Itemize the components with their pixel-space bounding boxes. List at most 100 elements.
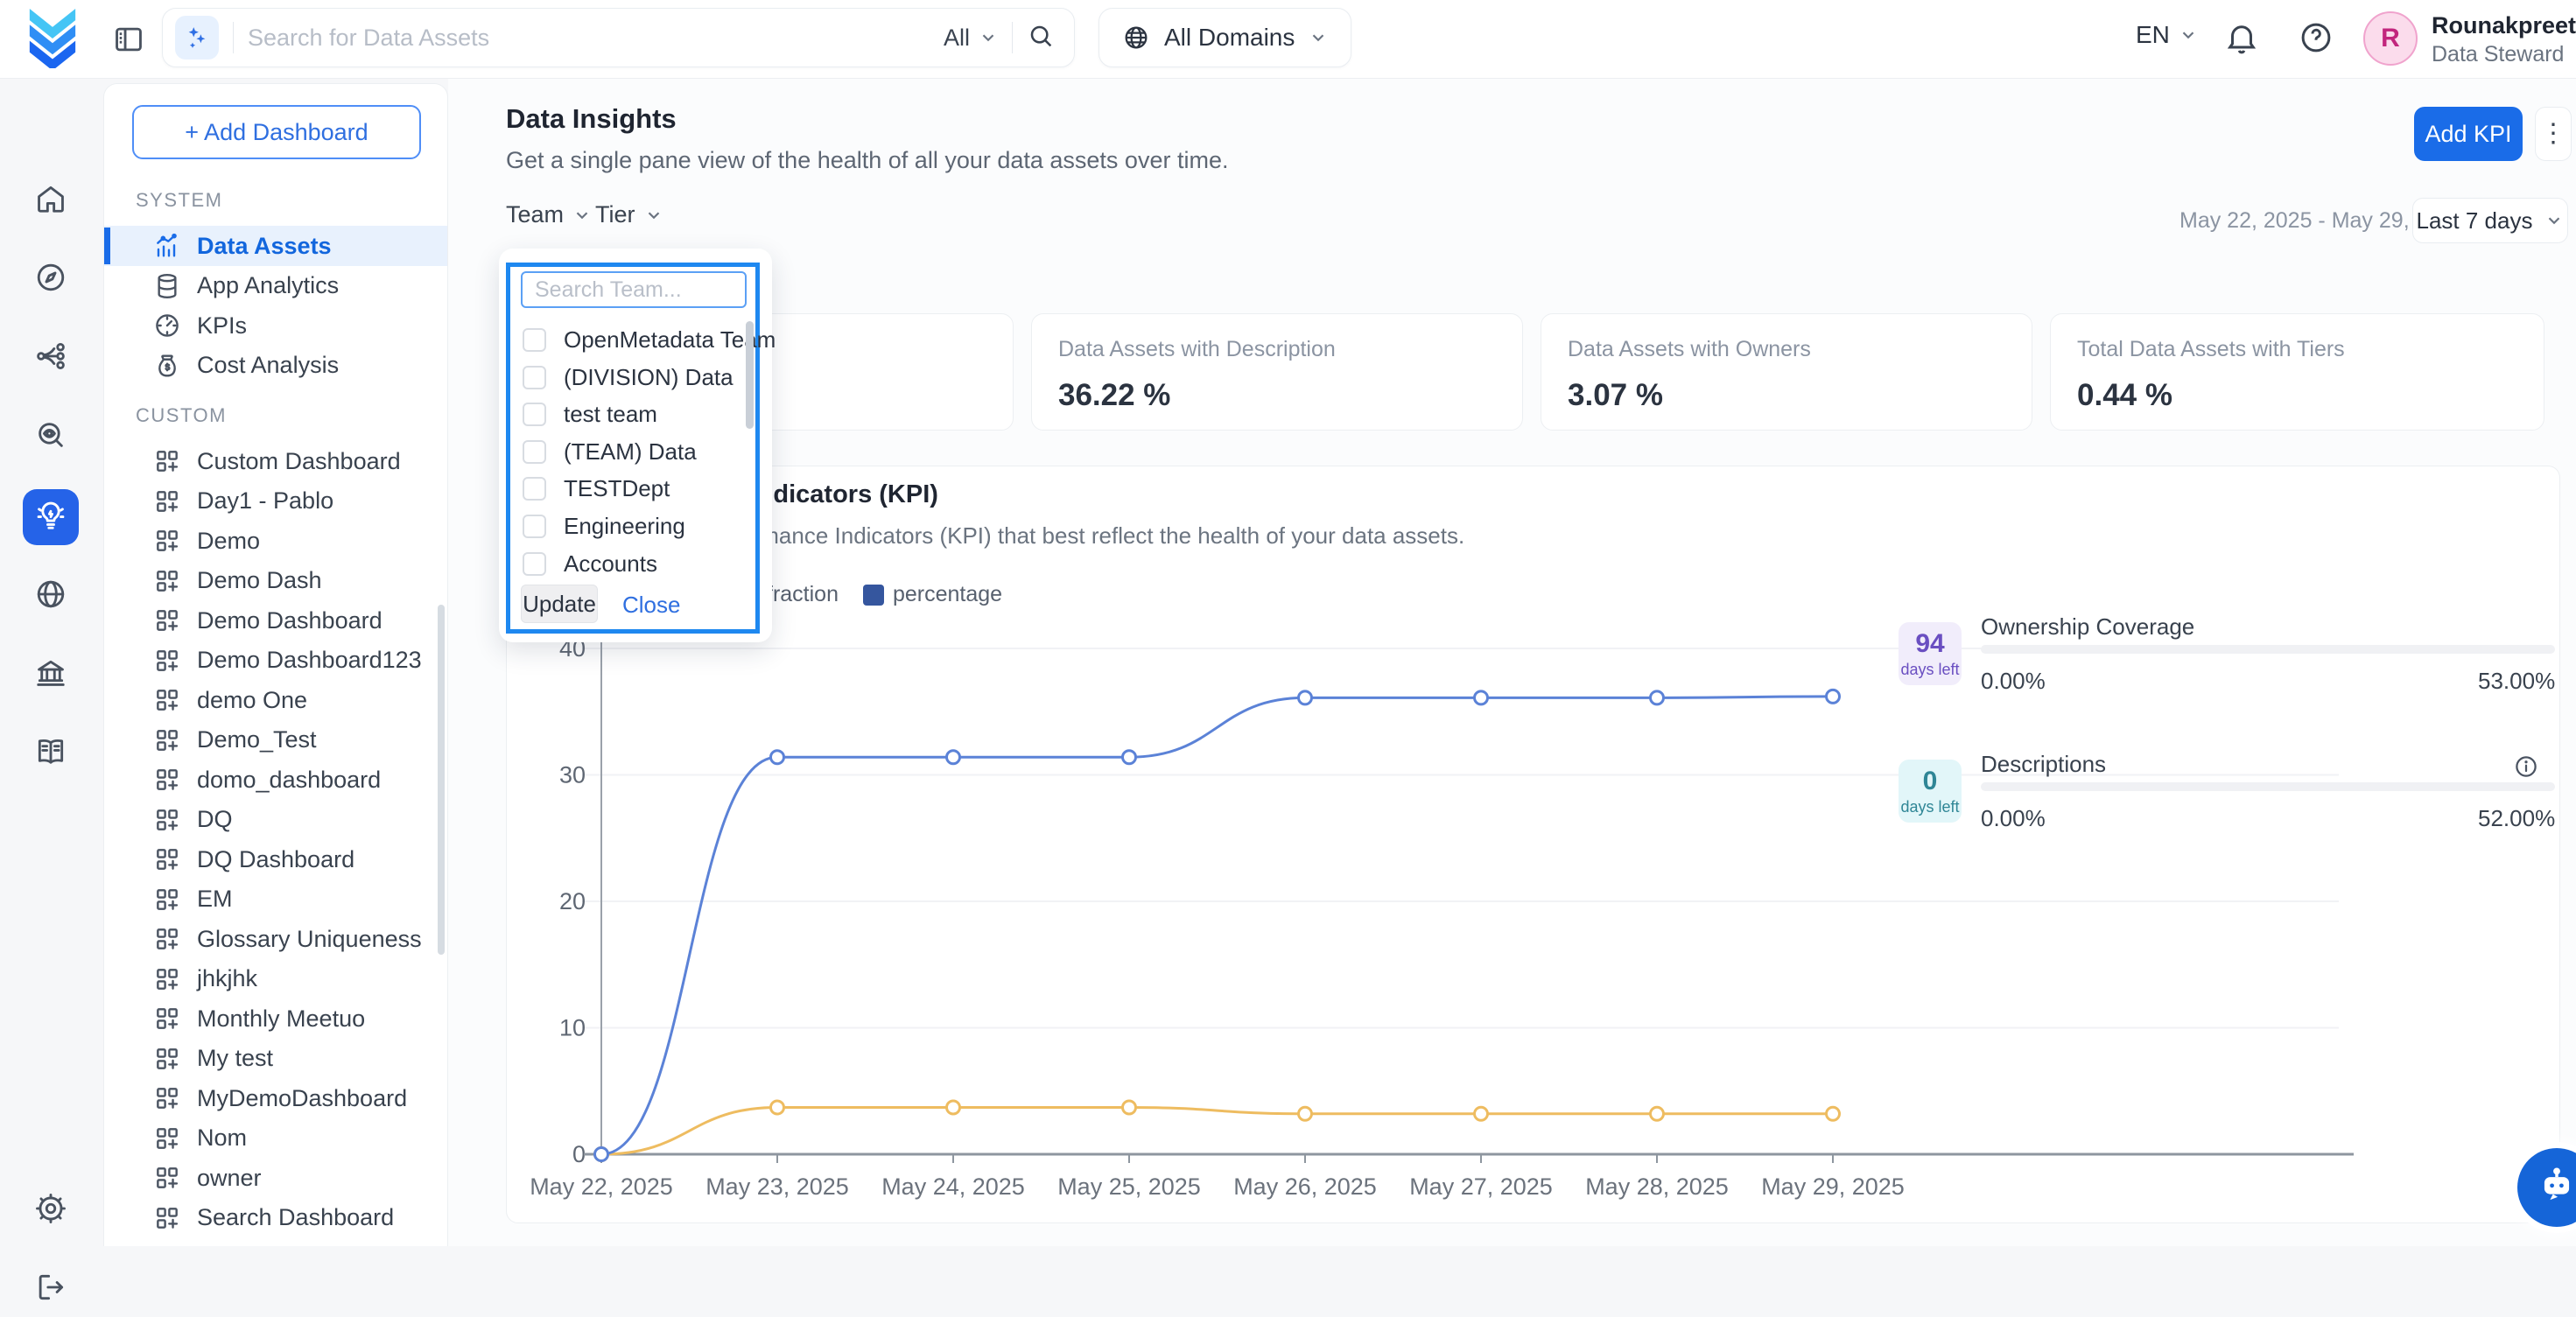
sidebar-item-owner[interactable]: owner xyxy=(104,1158,448,1198)
sidebar-item-my-test[interactable]: My test xyxy=(104,1039,448,1079)
checkbox[interactable] xyxy=(523,366,546,389)
days-left-badge: 0days left xyxy=(1899,760,1962,823)
update-button[interactable]: Update xyxy=(521,585,598,623)
svg-text:30: 30 xyxy=(559,762,586,788)
sidebar-item-app-analytics[interactable]: App Analytics xyxy=(104,266,448,306)
add-kpi-button[interactable]: Add KPI xyxy=(2414,107,2523,161)
sidebar-item-label: My test xyxy=(197,1045,273,1072)
sidebar-scrollbar[interactable] xyxy=(438,605,445,955)
team-option-openmetadata-team[interactable]: OpenMetadata Team xyxy=(510,321,745,359)
gridplus-icon xyxy=(153,1204,181,1232)
rail-item-explore[interactable] xyxy=(23,251,79,307)
sidebar-item-kpis[interactable]: KPIs xyxy=(104,305,448,346)
svg-text:May 22, 2025: May 22, 2025 xyxy=(530,1173,673,1200)
gridplus-icon xyxy=(153,806,181,834)
insights-icon xyxy=(34,499,67,536)
sidebar-item-search-dashboard[interactable]: Search Dashboard xyxy=(104,1198,448,1238)
search-icon[interactable] xyxy=(1027,22,1055,54)
gridplus-icon xyxy=(153,845,181,873)
svg-text:May 25, 2025: May 25, 2025 xyxy=(1057,1173,1201,1200)
team-option-testdept[interactable]: TESTDept xyxy=(510,470,745,508)
sidebar-item-domo-dashboard[interactable]: domo_dashboard xyxy=(104,760,448,800)
rail-item-glossary[interactable] xyxy=(23,725,79,781)
team-option-accounts[interactable]: Accounts xyxy=(510,545,745,583)
team-option--team-data[interactable]: (TEAM) Data xyxy=(510,433,745,471)
team-filter-dropdown[interactable]: Team xyxy=(506,201,592,228)
legend-item-percentage[interactable]: percentage xyxy=(863,582,1002,607)
global-search-bar[interactable]: Search for Data Assets All xyxy=(162,8,1075,67)
user-name: Rounakpreet.d xyxy=(2432,12,2576,39)
checkbox[interactable] xyxy=(523,403,546,426)
checkbox[interactable] xyxy=(523,477,546,501)
rail-item-lineage[interactable] xyxy=(23,330,79,386)
close-link[interactable]: Close xyxy=(622,592,680,619)
checkbox[interactable] xyxy=(523,552,546,576)
rail-item-insights[interactable] xyxy=(23,489,79,545)
team-option-engineering[interactable]: Engineering xyxy=(510,508,745,545)
kebab-menu-icon[interactable]: ⋮ xyxy=(2535,107,2572,161)
kpi-tile-title: Descriptions xyxy=(1981,751,2106,778)
sidebar-item-nom[interactable]: Nom xyxy=(104,1118,448,1159)
svg-text:0: 0 xyxy=(572,1141,586,1167)
sidebar-item-data-assets[interactable]: Data Assets xyxy=(104,226,448,266)
kpi-start-percent: 0.00% xyxy=(1981,668,2046,695)
help-icon[interactable] xyxy=(2298,19,2334,60)
rail-item-logout[interactable] xyxy=(23,1261,79,1317)
sidebar-item-demo-dashboard123[interactable]: Demo Dashboard123 xyxy=(104,641,448,681)
sidebar-section-label: CUSTOM xyxy=(136,404,227,427)
sidebar-item-demo-test[interactable]: Demo_Test xyxy=(104,720,448,760)
rail-item-observability[interactable] xyxy=(23,409,79,465)
sidebar-item-label: DQ xyxy=(197,806,233,833)
sidebar-item-demo-dashboard[interactable]: Demo Dashboard xyxy=(104,600,448,641)
rail-item-governance[interactable] xyxy=(23,647,79,703)
checkbox[interactable] xyxy=(523,440,546,464)
rail-item-settings[interactable] xyxy=(23,1182,79,1238)
rail-item-home[interactable] xyxy=(23,172,79,228)
sidebar-item-custom-dashboard[interactable]: Custom Dashboard xyxy=(104,441,448,481)
governance-icon xyxy=(34,656,67,694)
rail-item-domains[interactable] xyxy=(23,568,79,624)
add-dashboard-button[interactable]: + Add Dashboard xyxy=(132,105,421,159)
checkbox[interactable] xyxy=(523,515,546,538)
tier-filter-dropdown[interactable]: Tier xyxy=(595,201,663,228)
time-range-dropdown[interactable]: Last 7 days xyxy=(2412,198,2568,243)
info-icon[interactable] xyxy=(2513,753,2539,784)
days-left-badge: 94days left xyxy=(1899,622,1962,685)
team-search-input[interactable] xyxy=(521,271,747,308)
notifications-bell-icon[interactable] xyxy=(2223,19,2260,60)
checkbox[interactable] xyxy=(523,328,546,352)
team-option-test-team[interactable]: test team xyxy=(510,396,745,433)
domains-dropdown[interactable]: All Domains xyxy=(1098,8,1351,67)
team-option--division-data[interactable]: (DIVISION) Data xyxy=(510,359,745,396)
summary-card: Total Data Assets with Tiers0.44 % xyxy=(2050,313,2544,431)
sidebar-item-monthly-meetuo[interactable]: Monthly Meetuo xyxy=(104,998,448,1039)
sidebar-item-jhkjhk[interactable]: jhkjhk xyxy=(104,959,448,999)
sidebar-item-em[interactable]: EM xyxy=(104,879,448,920)
sidebar-item-dq-dashboard[interactable]: DQ Dashboard xyxy=(104,839,448,879)
gauge-icon xyxy=(153,312,181,340)
sidebar-item-label: EM xyxy=(197,886,233,913)
sidebar-item-demo[interactable]: Demo xyxy=(104,521,448,561)
ai-sparkle-icon[interactable] xyxy=(175,16,219,60)
sidebar-item-label: Demo Dashboard123 xyxy=(197,647,422,674)
gridplus-icon xyxy=(153,686,181,714)
chevron-down-icon xyxy=(572,206,592,225)
sidebar-item-cost-analysis[interactable]: Cost Analysis xyxy=(104,346,448,386)
sidebar-collapse-icon[interactable] xyxy=(112,23,145,56)
search-scope-dropdown[interactable]: All xyxy=(944,25,998,52)
sidebar-item-day1-pablo[interactable]: Day1 - Pablo xyxy=(104,481,448,522)
sidebar-item-demo-one[interactable]: demo One xyxy=(104,680,448,720)
sidebar-item-dq[interactable]: DQ xyxy=(104,800,448,840)
sidebar-item-glossary-uniqueness[interactable]: Glossary Uniqueness xyxy=(104,919,448,959)
user-avatar[interactable]: R xyxy=(2363,11,2418,66)
team-option-label: OpenMetadata Team xyxy=(564,326,776,354)
team-option-label: (DIVISION) Data xyxy=(564,364,733,391)
search-input[interactable]: Search for Data Assets xyxy=(248,25,944,52)
sidebar-item-mydemodashboard[interactable]: MyDemoDashboard xyxy=(104,1078,448,1118)
sidebar-item-demo-dash[interactable]: Demo Dash xyxy=(104,561,448,601)
kpi-progress-bar xyxy=(1981,782,2555,791)
language-dropdown[interactable]: EN xyxy=(2136,21,2198,49)
app-logo-icon[interactable] xyxy=(25,9,81,68)
popup-scrollbar[interactable] xyxy=(746,321,754,429)
sidebar-item-label: Demo Dash xyxy=(197,567,322,594)
